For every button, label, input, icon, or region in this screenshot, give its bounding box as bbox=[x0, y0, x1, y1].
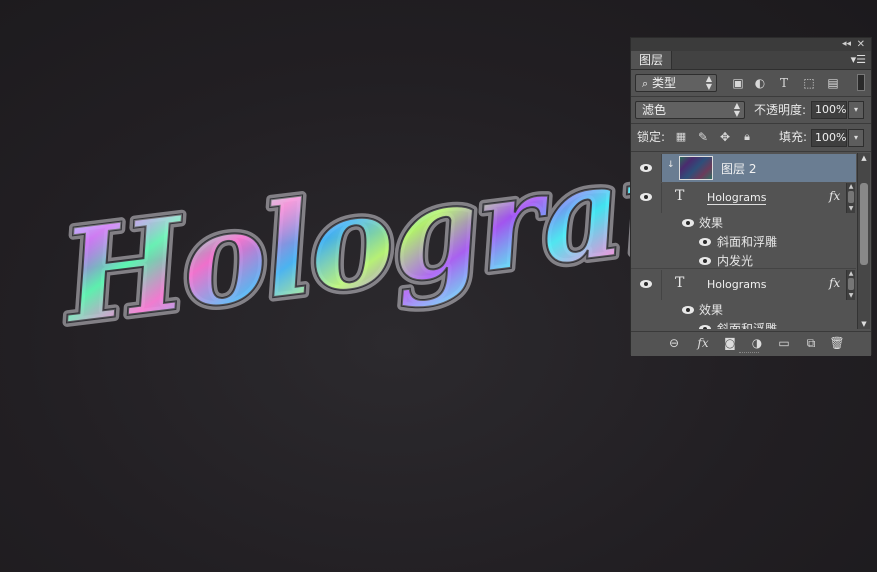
fx-icon[interactable]: fx bbox=[829, 189, 840, 203]
separator bbox=[631, 123, 871, 124]
effects-scroll[interactable]: ▲ ▼ bbox=[846, 270, 855, 300]
close-icon[interactable]: ✕ bbox=[857, 38, 865, 51]
visibility-cell[interactable] bbox=[631, 183, 662, 213]
eye-icon[interactable] bbox=[681, 218, 695, 228]
eye-icon[interactable] bbox=[698, 256, 712, 266]
panel-tabbar: 图层 ▾☰ bbox=[631, 51, 871, 70]
panel-menu-icon[interactable]: ▾☰ bbox=[851, 52, 866, 68]
layer-name[interactable]: 图层 2 bbox=[721, 160, 756, 177]
filter-toggle[interactable] bbox=[857, 74, 865, 91]
mask-icon[interactable]: ◙ bbox=[722, 336, 738, 350]
fill-slider-button[interactable]: ▾ bbox=[848, 129, 864, 147]
eye-icon[interactable] bbox=[639, 279, 653, 289]
opacity-label: 不透明度: bbox=[754, 103, 807, 117]
link-icon[interactable]: ⊖ bbox=[666, 336, 682, 350]
visibility-cell[interactable] bbox=[631, 270, 662, 300]
layer-list: ↓ 图层 2 T Holograms fx ▲ ▼ 效果 斜面和浮雕 内发光 T… bbox=[631, 153, 856, 329]
layer-name[interactable]: Holograms bbox=[707, 278, 766, 291]
layer-row[interactable]: T Holograms fx ▲ ▼ 效果 斜面和浮雕 内发光 bbox=[631, 183, 856, 269]
up-arrow-icon[interactable]: ▲ bbox=[847, 183, 855, 191]
fx-icon[interactable]: fx bbox=[829, 276, 840, 290]
eye-icon[interactable] bbox=[639, 163, 653, 173]
lock-transparent-icon[interactable]: ▦ bbox=[673, 129, 689, 145]
delete-icon[interactable]: 🗑︎ bbox=[829, 336, 845, 350]
tab-layers[interactable]: 图层 bbox=[631, 51, 672, 69]
blend-row: 滤色 ▲ ▼ 不透明度: 100% ▾ bbox=[631, 98, 871, 122]
search-icon: ⌕ bbox=[642, 77, 649, 90]
type-filter-icon[interactable]: T bbox=[776, 75, 792, 91]
layer-thumbnail bbox=[679, 156, 713, 180]
group-icon[interactable]: ▭ bbox=[776, 336, 792, 350]
lock-all-icon[interactable]: 🔒︎ bbox=[739, 129, 755, 145]
new-layer-icon[interactable]: ⧉ bbox=[803, 336, 819, 350]
updown-arrows-icon: ▲ ▼ bbox=[733, 101, 740, 118]
adjustment-icon[interactable]: ◑ bbox=[749, 336, 765, 350]
blend-mode-dropdown[interactable]: 滤色 ▲ ▼ bbox=[635, 101, 745, 119]
down-arrow-icon[interactable]: ▼ bbox=[847, 205, 855, 213]
lock-row: 锁定: ▦ ✎ ✥ 🔒︎ 填充: 100% ▾ bbox=[631, 126, 871, 150]
effect-item[interactable]: 斜面和浮雕 bbox=[717, 233, 777, 250]
visibility-cell[interactable] bbox=[631, 154, 662, 182]
shape-filter-icon[interactable]: ⬚ bbox=[801, 75, 817, 91]
down-arrow-icon[interactable]: ▼ bbox=[847, 292, 855, 300]
effects-label: 效果 bbox=[699, 303, 724, 317]
collapse-icon[interactable]: ◂◂ bbox=[842, 38, 851, 51]
eye-icon[interactable] bbox=[639, 192, 653, 202]
lock-move-icon[interactable]: ✥ bbox=[717, 129, 733, 145]
filter-row: ⌕ 类型 ▲ ▼ ▣ ◐ T ⬚ ▤ bbox=[631, 71, 871, 95]
lock-paint-icon[interactable]: ✎ bbox=[695, 129, 711, 145]
up-arrow-icon[interactable]: ▲ bbox=[858, 153, 870, 163]
opacity-input[interactable]: 100% bbox=[811, 101, 847, 119]
panel-footer: ⊖ fx ◙ ◑ ▭ ⧉ 🗑︎ bbox=[631, 331, 871, 356]
layers-scrollbar[interactable]: ▲ ▼ bbox=[857, 153, 870, 329]
filter-kind-dropdown[interactable]: ⌕ 类型 ▲ ▼ bbox=[635, 74, 717, 92]
effects-label: 效果 bbox=[699, 216, 724, 230]
layers-panel: ◂◂ ✕ 图层 ▾☰ ⌕ 类型 ▲ ▼ ▣ ◐ T ⬚ ▤ 滤色 ▲ ▼ 不透明度:… bbox=[630, 37, 872, 356]
eye-icon[interactable] bbox=[698, 237, 712, 247]
lock-label: 锁定: bbox=[637, 130, 666, 144]
pixel-filter-icon[interactable]: ▣ bbox=[730, 75, 746, 91]
eye-icon[interactable] bbox=[698, 324, 712, 329]
text-layer-icon: T bbox=[675, 275, 685, 291]
filter-kind-label: 类型 bbox=[652, 76, 677, 90]
adjustment-filter-icon[interactable]: ◐ bbox=[752, 75, 768, 91]
scroll-thumb[interactable] bbox=[848, 191, 854, 203]
separator bbox=[631, 151, 871, 152]
updown-arrows-icon: ▲ ▼ bbox=[705, 74, 712, 91]
text-layer-icon: T bbox=[675, 188, 685, 204]
panel-title-strip[interactable]: ◂◂ ✕ bbox=[631, 38, 871, 51]
resize-grip[interactable] bbox=[739, 352, 759, 356]
eye-icon[interactable] bbox=[681, 305, 695, 315]
layer-row[interactable]: ↓ 图层 2 bbox=[631, 154, 856, 182]
opacity-slider-button[interactable]: ▾ bbox=[848, 101, 864, 119]
fx-icon[interactable]: fx bbox=[695, 336, 711, 350]
effects-scroll[interactable]: ▲ ▼ bbox=[846, 183, 855, 213]
layer-row[interactable]: T Holograms fx ▲ ▼ 效果 斜面和浮雕 bbox=[631, 270, 856, 329]
up-arrow-icon[interactable]: ▲ bbox=[847, 270, 855, 278]
down-arrow-icon[interactable]: ▼ bbox=[858, 319, 870, 329]
blend-mode-value: 滤色 bbox=[642, 103, 667, 117]
clip-arrow-icon: ↓ bbox=[667, 160, 675, 170]
fill-label: 填充: bbox=[779, 130, 808, 144]
effect-item[interactable]: 斜面和浮雕 bbox=[717, 320, 777, 329]
fill-input[interactable]: 100% bbox=[811, 129, 847, 147]
layer-name[interactable]: Holograms bbox=[707, 191, 767, 205]
effect-item[interactable]: 内发光 bbox=[717, 252, 753, 269]
scroll-thumb[interactable] bbox=[848, 278, 854, 290]
separator bbox=[631, 96, 871, 97]
scroll-thumb[interactable] bbox=[860, 183, 868, 265]
smart-object-filter-icon[interactable]: ▤ bbox=[825, 75, 841, 91]
